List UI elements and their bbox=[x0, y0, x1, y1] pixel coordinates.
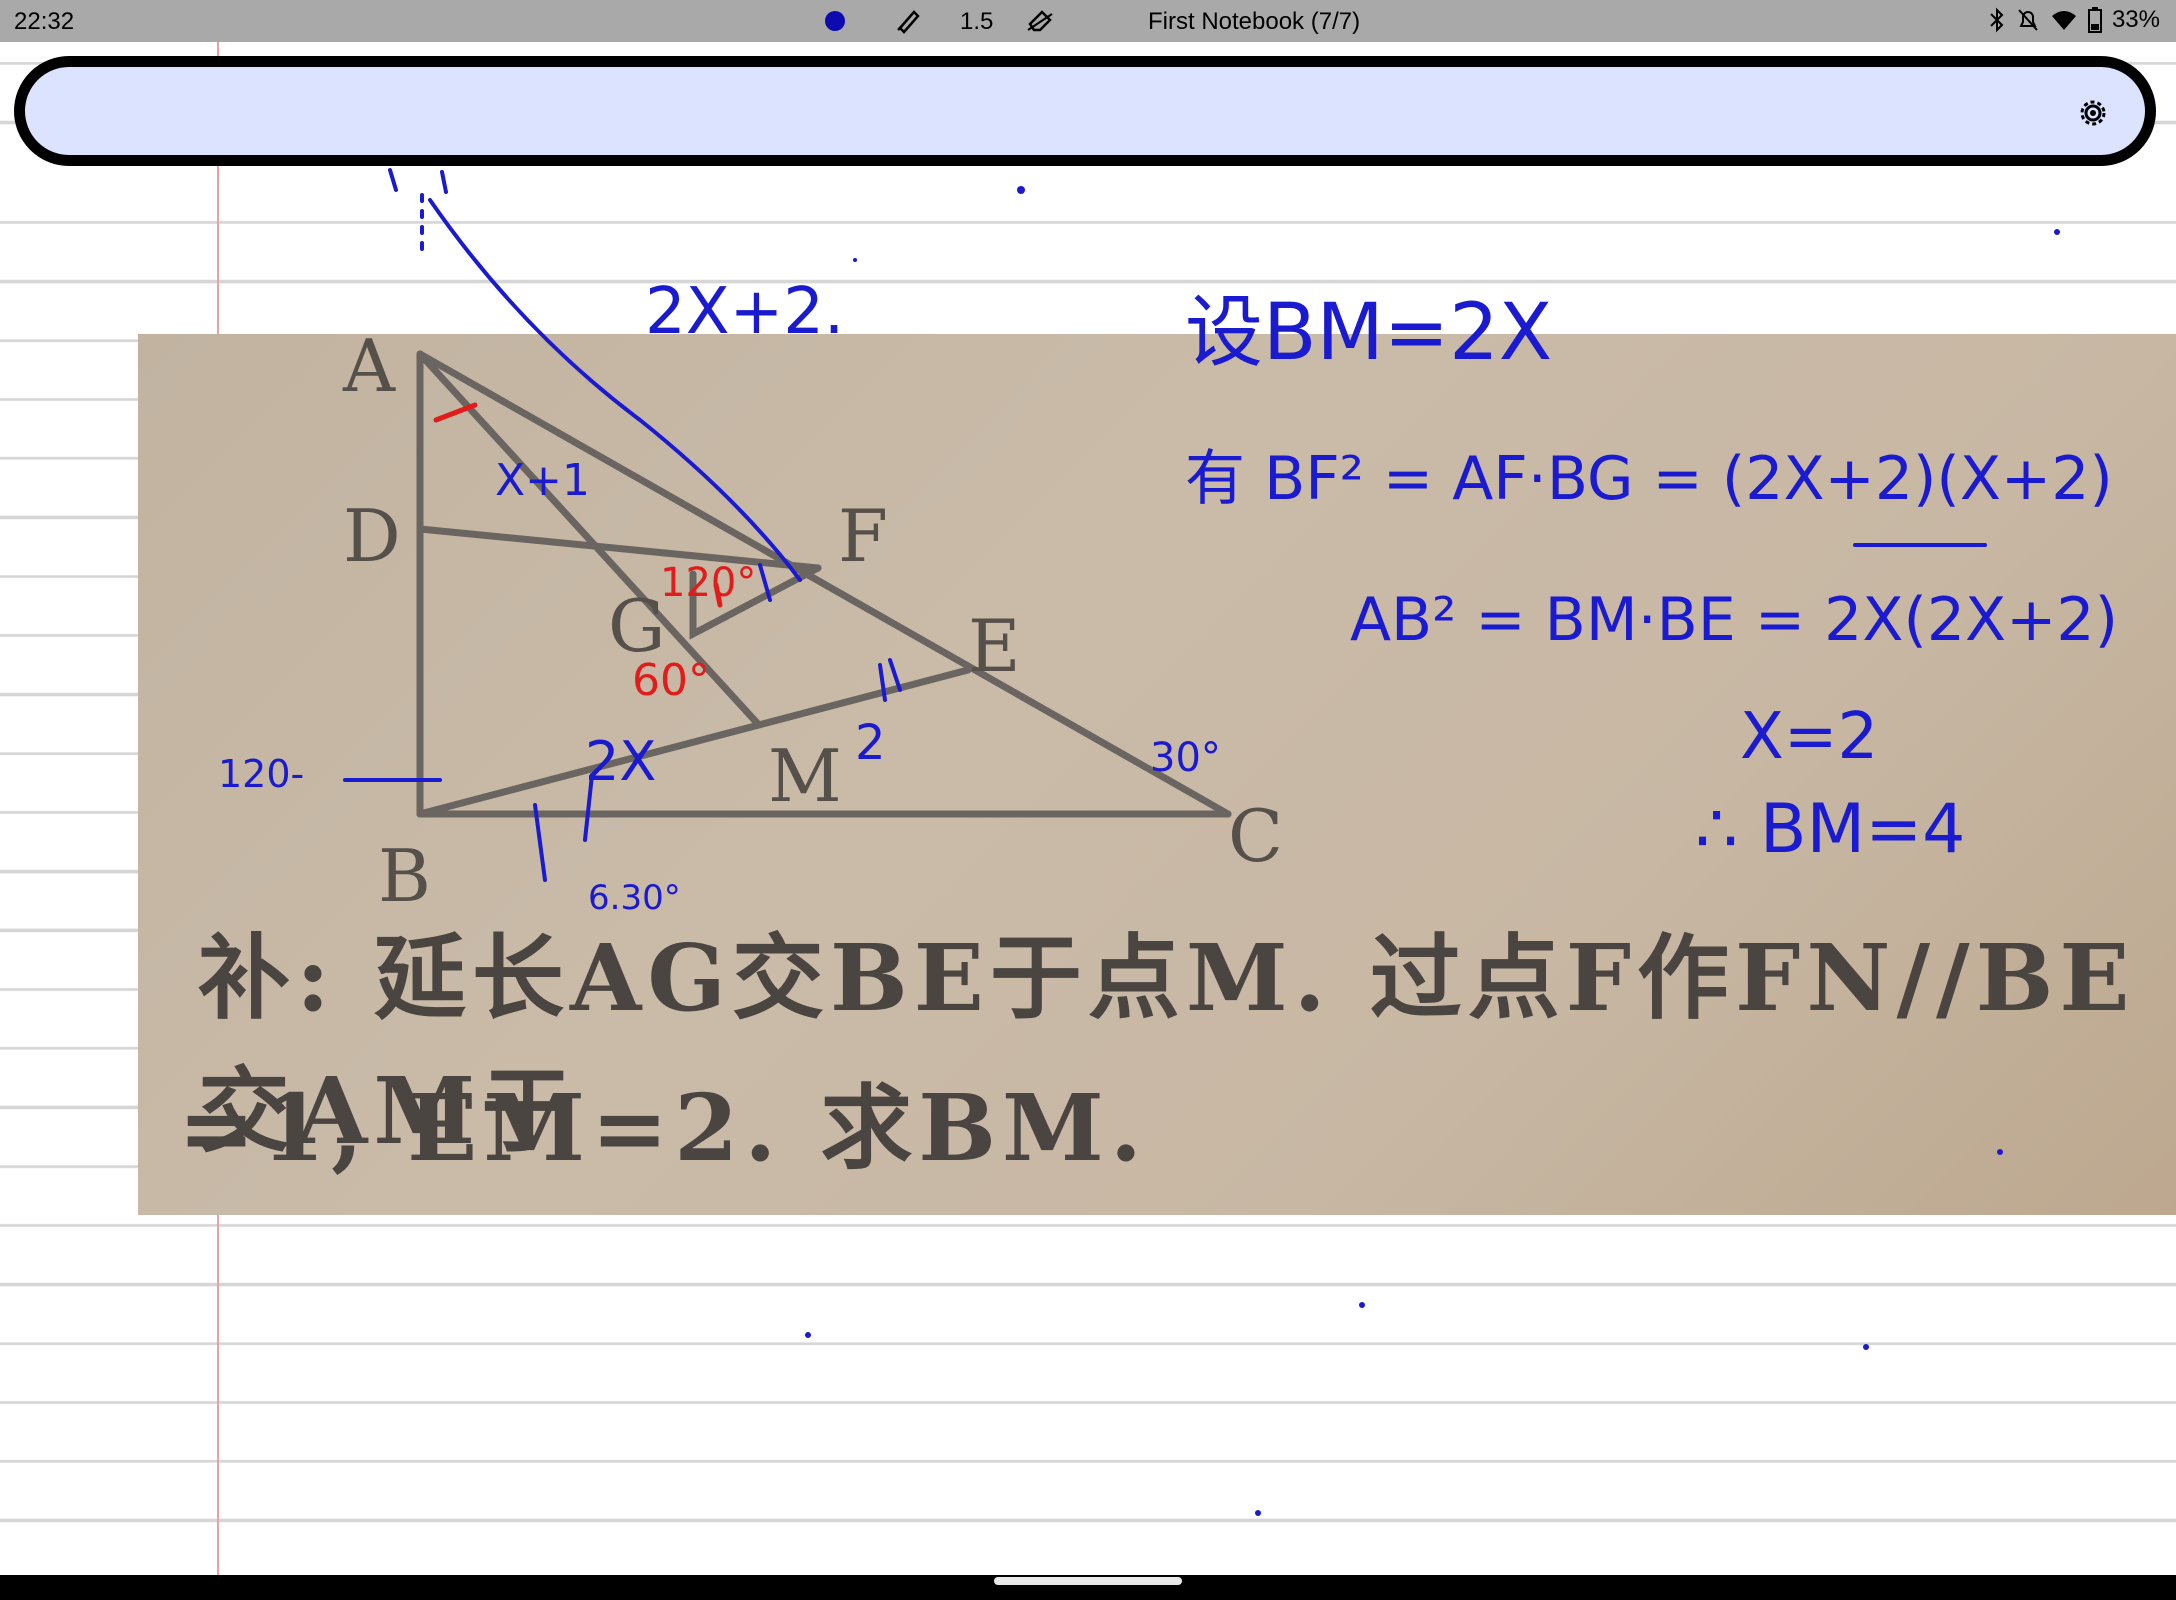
red-label-60: 60° bbox=[632, 655, 710, 706]
point-label-c: C bbox=[1228, 794, 1284, 878]
ink-top-expression: 2X+2. bbox=[645, 275, 845, 349]
ink-color-dot-icon[interactable] bbox=[825, 11, 845, 31]
ink-label-2x: 2X bbox=[585, 730, 657, 793]
ink-label-30: 30° bbox=[1150, 735, 1221, 781]
point-label-m: M bbox=[768, 734, 842, 818]
wifi-icon bbox=[2051, 11, 2076, 30]
ink-label-x-plus-1: X+1 bbox=[495, 455, 591, 506]
ink-label-2: 2 bbox=[855, 715, 886, 771]
status-right: 33% bbox=[1988, 6, 2160, 34]
battery-percent: 33% bbox=[2111, 6, 2160, 33]
ink-conclusion: ∴ BM=4 bbox=[1695, 790, 1966, 869]
problem-text-line2: =1, EM=2. 求BM. bbox=[178, 1074, 1148, 1182]
red-label-120: 120° bbox=[660, 560, 757, 606]
clock: 22:32 bbox=[14, 8, 75, 35]
ink-label-120-minus: 120- bbox=[218, 752, 305, 796]
ink-assumption: 设BM=2X bbox=[1185, 288, 1553, 378]
status-bar: 22:32 1.5 First Notebook (7/7) 33% bbox=[0, 0, 2176, 42]
ink-equation-2: AB² = BM·BE = 2X(2X+2) bbox=[1350, 585, 2118, 655]
point-label-f: F bbox=[838, 494, 888, 578]
point-label-a: A bbox=[343, 334, 395, 408]
point-label-e: E bbox=[968, 604, 1021, 688]
point-label-d: D bbox=[343, 494, 401, 578]
notebook-title: First Notebook (7/7) bbox=[1148, 8, 1361, 35]
eraser-icon[interactable] bbox=[1026, 6, 1054, 34]
settings-icon[interactable] bbox=[2077, 97, 2109, 129]
floating-toolbar[interactable] bbox=[14, 56, 2156, 166]
pen-width: 1.5 bbox=[960, 8, 994, 35]
ink-label-6-30: 6.30° bbox=[588, 878, 681, 918]
ink-equation-1: 有 BF² = AF·BG = (2X+2)(X+2) bbox=[1185, 444, 2113, 514]
ink-x-value: X=2 bbox=[1740, 700, 1879, 774]
bluetooth-icon bbox=[1990, 7, 2004, 33]
battery-icon bbox=[2087, 7, 2102, 33]
pen-icon[interactable] bbox=[894, 6, 922, 34]
bell-off-icon bbox=[2018, 9, 2038, 31]
home-gesture-handle[interactable] bbox=[994, 1577, 1182, 1585]
